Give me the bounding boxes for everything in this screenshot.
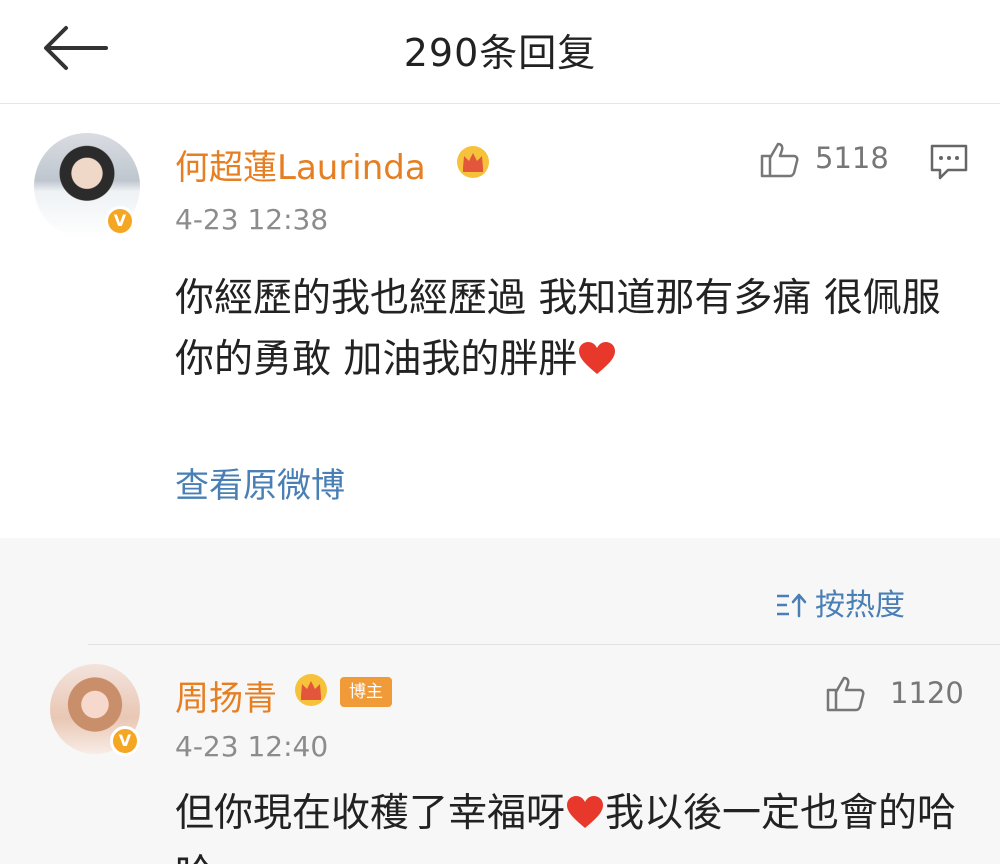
top-bar: 290条回复 (0, 0, 1000, 104)
comment-username[interactable]: 何超蓮Laurinda (175, 140, 426, 189)
thumbs-up-icon[interactable] (824, 672, 866, 714)
view-original-post-link[interactable]: 查看原微博 (175, 458, 345, 507)
reply-text-part1: 但你現在收穫了幸福呀 (175, 791, 566, 836)
comment-timestamp: 4-23 12:38 (175, 203, 329, 236)
like-count: 1120 (890, 676, 964, 710)
comment-text-body: 你經歷的我也經歷過 我知道那有多痛 很佩服你的勇敢 加油我的胖胖 (175, 276, 941, 382)
thumbs-up-icon[interactable] (758, 138, 800, 180)
verified-badge-icon: V (110, 726, 140, 756)
sort-by-popularity-button[interactable]: 按热度 (775, 580, 905, 624)
page-title: 290条回复 (403, 31, 597, 75)
like-count: 5118 (815, 141, 889, 175)
blogger-badge: 博主 (340, 677, 392, 707)
verified-badge-icon: V (105, 206, 135, 236)
sort-label: 按热度 (815, 588, 905, 623)
heart-emoji-icon (567, 796, 604, 828)
sort-icon (777, 593, 807, 618)
comment-icon[interactable] (928, 140, 970, 182)
reply-timestamp: 4-23 12:40 (175, 730, 329, 763)
reply-username[interactable]: 周扬青 (175, 671, 277, 720)
crown-icon (457, 146, 489, 178)
heart-emoji-icon (579, 342, 616, 374)
crown-icon (295, 674, 327, 706)
divider (88, 644, 1000, 645)
reply-text: 但你現在收穫了幸福呀 我以後一定也會的哈哈 (175, 783, 975, 864)
comment-text: 你經歷的我也經歷過 我知道那有多痛 很佩服你的勇敢 加油我的胖胖 (175, 268, 965, 390)
